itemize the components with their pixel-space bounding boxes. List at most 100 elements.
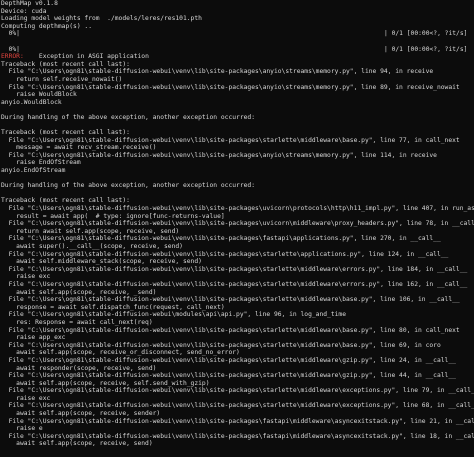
terminal-line: File "C:\Users\ogn81\stable-diffusion-we…: [1, 152, 474, 160]
line-text: File "C:\Users\ogn81\stable-diffusion-we…: [1, 220, 474, 228]
line-text: raise e: [1, 425, 43, 433]
terminal-line: Traceback (most recent call last):: [1, 61, 474, 69]
terminal-line: raise WouldBlock: [1, 91, 474, 99]
terminal-line: 0%| | 0/1 [00:00<?, ?it/s]: [1, 30, 474, 38]
progress-status: | 0/1 [00:00<?, ?it/s]: [384, 30, 468, 38]
terminal-line: File "C:\Users\ogn81\stable-diffusion-we…: [1, 296, 474, 304]
terminal-line: await self.app(scope, receive, sender): [1, 410, 474, 418]
terminal-line: File "C:\Users\ogn81\stable-diffusion-we…: [1, 311, 474, 319]
terminal-line: raise app_exc: [1, 334, 474, 342]
terminal-line: File "C:\Users\ogn81\stable-diffusion-we…: [1, 68, 474, 76]
terminal-line: return await self.app(scope, receive, se…: [1, 228, 474, 236]
terminal-line: File "C:\Users\ogn81\stable-diffusion-we…: [1, 357, 474, 365]
line-text: await self.middleware_stack(scope, recei…: [1, 258, 202, 266]
line-text: During handling of the above exception, …: [1, 113, 256, 121]
line-text: File "C:\Users\ogn81\stable-diffusion-we…: [1, 280, 468, 288]
terminal-line: anyio.WouldBlock: [1, 99, 474, 107]
line-text: Device: cuda: [1, 7, 47, 15]
terminal-line: 0%| | 0/1 [00:00<?, ?it/s]: [1, 46, 474, 54]
terminal-line: File "C:\Users\ogn81\stable-diffusion-we…: [1, 84, 474, 92]
terminal-line: File "C:\Users\ogn81\stable-diffusion-we…: [1, 327, 474, 335]
line-text: File "C:\Users\ogn81\stable-diffusion-we…: [1, 372, 456, 380]
line-text: Traceback (most recent call last):: [1, 60, 130, 68]
line-text: File "C:\Users\ogn81\stable-diffusion-we…: [1, 341, 441, 349]
line-text: return self.receive_nowait(): [1, 75, 123, 83]
line-text: Loading model weights from ./models/lere…: [1, 15, 202, 23]
terminal-line: raise exc: [1, 395, 474, 403]
line-text: await self.app(scope, receive, send): [1, 440, 153, 448]
line-text: File "C:\Users\ogn81\stable-diffusion-we…: [1, 311, 346, 319]
terminal-line: File "C:\Users\ogn81\stable-diffusion-we…: [1, 418, 474, 426]
line-text: raise WouldBlock: [1, 91, 77, 99]
line-text: anyio.EndOfStream: [1, 167, 66, 175]
line-text: Computing depthmap(s) ..: [1, 22, 92, 30]
terminal-line: raise EndOfStream: [1, 159, 474, 167]
terminal-window[interactable]: DepthMap v0.1.8 Device: cuda Loading model…: [0, 0, 474, 457]
line-text: File "C:\Users\ogn81\stable-diffusion-we…: [1, 387, 474, 395]
line-text: File "C:\Users\ogn81\stable-diffusion-we…: [1, 250, 449, 258]
line-text: await super().__call__(scope, receive, s…: [1, 243, 183, 250]
line-text: File "C:\Users\ogn81\stable-diffusion-we…: [1, 432, 474, 440]
terminal-line: During handling of the above exception, …: [1, 182, 474, 190]
line-text: File "C:\Users\ogn81\stable-diffusion-we…: [1, 356, 456, 364]
line-text: File "C:\Users\ogn81\stable-diffusion-we…: [1, 205, 474, 213]
line-text: message = await recv_stream.receive(): [1, 144, 157, 152]
terminal-line: File "C:\Users\ogn81\stable-diffusion-we…: [1, 266, 474, 274]
terminal-line: raise e: [1, 425, 474, 433]
terminal-line: Loading model weights from ./models/lere…: [1, 15, 474, 23]
terminal-line: File "C:\Users\ogn81\stable-diffusion-we…: [1, 220, 474, 228]
line-text: raise app_exc: [1, 334, 66, 342]
terminal-line: message = await recv_stream.receive(): [1, 144, 474, 152]
progress-status: | 0/1 [00:00<?, ?it/s]: [384, 45, 468, 53]
terminal-line: await self.app(scope, receive, send): [1, 440, 474, 448]
line-text: File "C:\Users\ogn81\stable-diffusion-we…: [1, 417, 474, 425]
line-text: File "C:\Users\ogn81\stable-diffusion-we…: [1, 151, 437, 159]
line-text: File "C:\Users\ogn81\stable-diffusion-we…: [1, 402, 474, 410]
terminal-line: Traceback (most recent call last):: [1, 197, 474, 205]
terminal-line: DepthMap v0.1.8: [1, 0, 474, 8]
terminal-output: DepthMap v0.1.8 Device: cuda Loading model…: [1, 0, 474, 448]
log-level-label: ERROR:: [1, 53, 24, 61]
terminal-line: await self.app(scope, receive, _send): [1, 289, 474, 297]
terminal-line: File "C:\Users\ogn81\stable-diffusion-we…: [1, 342, 474, 350]
line-text: result = await app( # type: ignore[func-…: [1, 212, 225, 220]
line-text: await self.app(scope, receive, sender): [1, 410, 161, 418]
line-text: await self.app(scope, receive, _send): [1, 288, 157, 296]
line-text: 0%|: [1, 30, 20, 38]
terminal-line: Computing depthmap(s) ..: [1, 23, 474, 31]
terminal-line: File "C:\Users\ogn81\stable-diffusion-we…: [1, 387, 474, 395]
terminal-line: response = await self.dispatch_func(requ…: [1, 304, 474, 312]
terminal-line: anyio.EndOfStream: [1, 167, 474, 175]
terminal-line: await self.app(scope, receive_or_disconn…: [1, 349, 474, 357]
terminal-line: During handling of the above exception, …: [1, 114, 474, 122]
terminal-line: File "C:\Users\ogn81\stable-diffusion-we…: [1, 251, 474, 259]
terminal-line: ERROR: Exception in ASGI application: [1, 53, 474, 61]
line-text: raise EndOfStream: [1, 159, 81, 167]
line-text: await responder(scope, receive, send): [1, 364, 157, 372]
line-text: return await self.app(scope, receive, se…: [1, 227, 180, 235]
terminal-line: await self.app(scope, receive, self.send…: [1, 380, 474, 388]
terminal-line: File "C:\Users\ogn81\stable-diffusion-we…: [1, 433, 474, 441]
line-text: File "C:\Users\ogn81\stable-diffusion-we…: [1, 68, 434, 76]
terminal-line: Traceback (most recent call last):: [1, 129, 474, 137]
line-text: anyio.WouldBlock: [1, 98, 62, 106]
line-text: File "C:\Users\ogn81\stable-diffusion-we…: [1, 235, 441, 243]
terminal-line: await self.middleware_stack(scope, recei…: [1, 258, 474, 266]
terminal-line: File "C:\Users\ogn81\stable-diffusion-we…: [1, 372, 474, 380]
terminal-line: raise exc: [1, 273, 474, 281]
terminal-line: return self.receive_nowait(): [1, 76, 474, 84]
terminal-line: File "C:\Users\ogn81\stable-diffusion-we…: [1, 137, 474, 145]
line-text: Exception in ASGI application: [23, 53, 149, 61]
terminal-line: File "C:\Users\ogn81\stable-diffusion-we…: [1, 402, 474, 410]
line-text: raise exc: [1, 394, 51, 402]
line-text: res: Response = await call_next(req): [1, 318, 153, 326]
terminal-line: File "C:\Users\ogn81\stable-diffusion-we…: [1, 235, 474, 243]
terminal-line: await super().__call__(scope, receive, s…: [1, 243, 474, 251]
line-text: 0%|: [1, 45, 20, 53]
line-text: File "C:\Users\ogn81\stable-diffusion-we…: [1, 136, 460, 144]
terminal-line: Device: cuda: [1, 8, 474, 16]
